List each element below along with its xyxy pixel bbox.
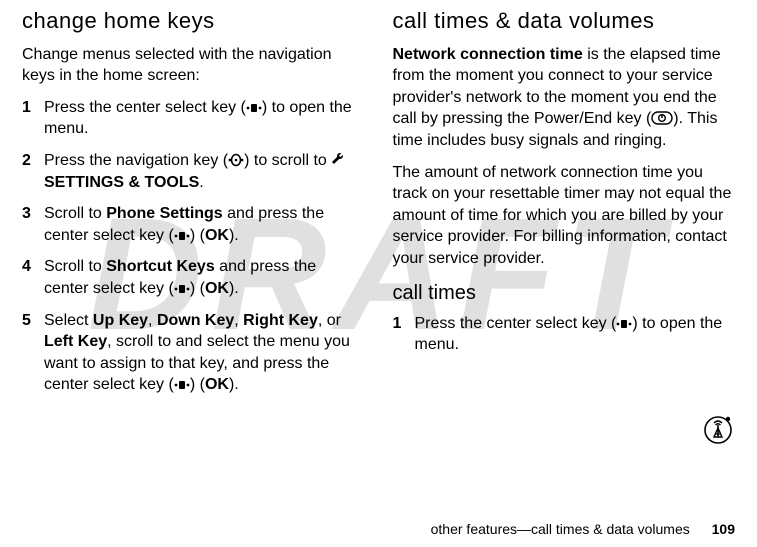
step-text: Scroll to Phone Settings and press the c… <box>44 203 365 246</box>
text-fragment: Scroll to <box>44 205 106 222</box>
left-key-label: Left Key <box>44 333 107 350</box>
tools-icon <box>331 152 345 166</box>
text-fragment: Scroll to <box>44 258 106 275</box>
text-fragment: ) ( <box>190 227 205 244</box>
text-fragment: Select <box>44 312 93 329</box>
step-text: Press the center select key () to open t… <box>44 97 365 140</box>
page-footer: other features—call times & data volumes… <box>431 521 735 537</box>
step-number: 5 <box>22 310 34 396</box>
step-text: Scroll to Shortcut Keys and press the ce… <box>44 256 365 299</box>
text-fragment: , or <box>318 312 341 329</box>
right-key-label: Right Key <box>243 312 318 329</box>
text-fragment: ) ( <box>190 376 205 393</box>
page-number: 109 <box>712 521 735 537</box>
step-number: 3 <box>22 203 34 246</box>
steps-list-right: 1 Press the center select key () to open… <box>393 313 736 356</box>
billing-disclaimer: The amount of network connection time yo… <box>393 162 736 270</box>
step-number: 4 <box>22 256 34 299</box>
text-fragment: ). <box>229 280 239 297</box>
text-fragment: , <box>148 312 157 329</box>
step-2: 2 Press the navigation key ( ) to scroll … <box>22 150 365 193</box>
center-select-key-icon <box>246 102 262 114</box>
step-number: 1 <box>393 313 405 356</box>
heading-change-home-keys: change home keys <box>22 6 365 36</box>
step-number: 1 <box>22 97 34 140</box>
text-fragment: ). <box>229 227 239 244</box>
step-number: 2 <box>22 150 34 193</box>
text-fragment: ) to scroll to <box>244 152 331 169</box>
step-text: Press the center select key () to open t… <box>415 313 736 356</box>
step-5: 5 Select Up Key, Down Key, Right Key, or… <box>22 310 365 396</box>
subheading-call-times: call times <box>393 280 736 307</box>
phone-settings-label: Phone Settings <box>106 205 222 222</box>
footer-text: other features—call times & data volumes <box>431 521 690 537</box>
text-fragment: Press the center select key ( <box>415 315 617 332</box>
text-fragment: , <box>234 312 243 329</box>
step-4: 4 Scroll to Shortcut Keys and press the … <box>22 256 365 299</box>
center-select-key-icon <box>174 379 190 391</box>
ok-label: OK <box>205 280 229 297</box>
power-end-key-icon <box>651 111 673 125</box>
text-fragment: ). <box>229 376 239 393</box>
settings-tools-label: SETTINGS & TOOLS <box>44 174 199 191</box>
navigation-key-icon <box>228 153 244 167</box>
text-fragment: . <box>199 174 203 191</box>
heading-call-times-data: call times & data volumes <box>393 6 736 36</box>
left-column: change home keys Change menus selected w… <box>22 6 365 406</box>
text-fragment: ) ( <box>190 280 205 297</box>
step-1: 1 Press the center select key () to open… <box>22 97 365 140</box>
step-text: Press the navigation key ( ) to scroll to… <box>44 150 365 193</box>
center-select-key-icon <box>616 318 632 330</box>
network-connection-paragraph: Network connection time is the elapsed t… <box>393 44 736 152</box>
down-key-label: Down Key <box>157 312 234 329</box>
step-1: 1 Press the center select key () to open… <box>393 313 736 356</box>
center-select-key-icon <box>174 283 190 295</box>
antenna-feature-icon <box>703 415 733 445</box>
text-fragment: Press the navigation key ( <box>44 152 228 169</box>
intro-text: Change menus selected with the navigatio… <box>22 44 365 87</box>
ok-label: OK <box>205 227 229 244</box>
right-column: call times & data volumes Network connec… <box>393 6 736 406</box>
ok-label: OK <box>205 376 229 393</box>
center-select-key-icon <box>174 230 190 242</box>
up-key-label: Up Key <box>93 312 148 329</box>
steps-list-left: 1 Press the center select key () to open… <box>22 97 365 396</box>
step-text: Select Up Key, Down Key, Right Key, or L… <box>44 310 365 396</box>
text-bold-fragment: Network connection time <box>393 46 583 63</box>
text-fragment: Press the center select key ( <box>44 99 246 116</box>
step-3: 3 Scroll to Phone Settings and press the… <box>22 203 365 246</box>
shortcut-keys-label: Shortcut Keys <box>106 258 214 275</box>
page-columns: change home keys Change menus selected w… <box>0 0 757 406</box>
